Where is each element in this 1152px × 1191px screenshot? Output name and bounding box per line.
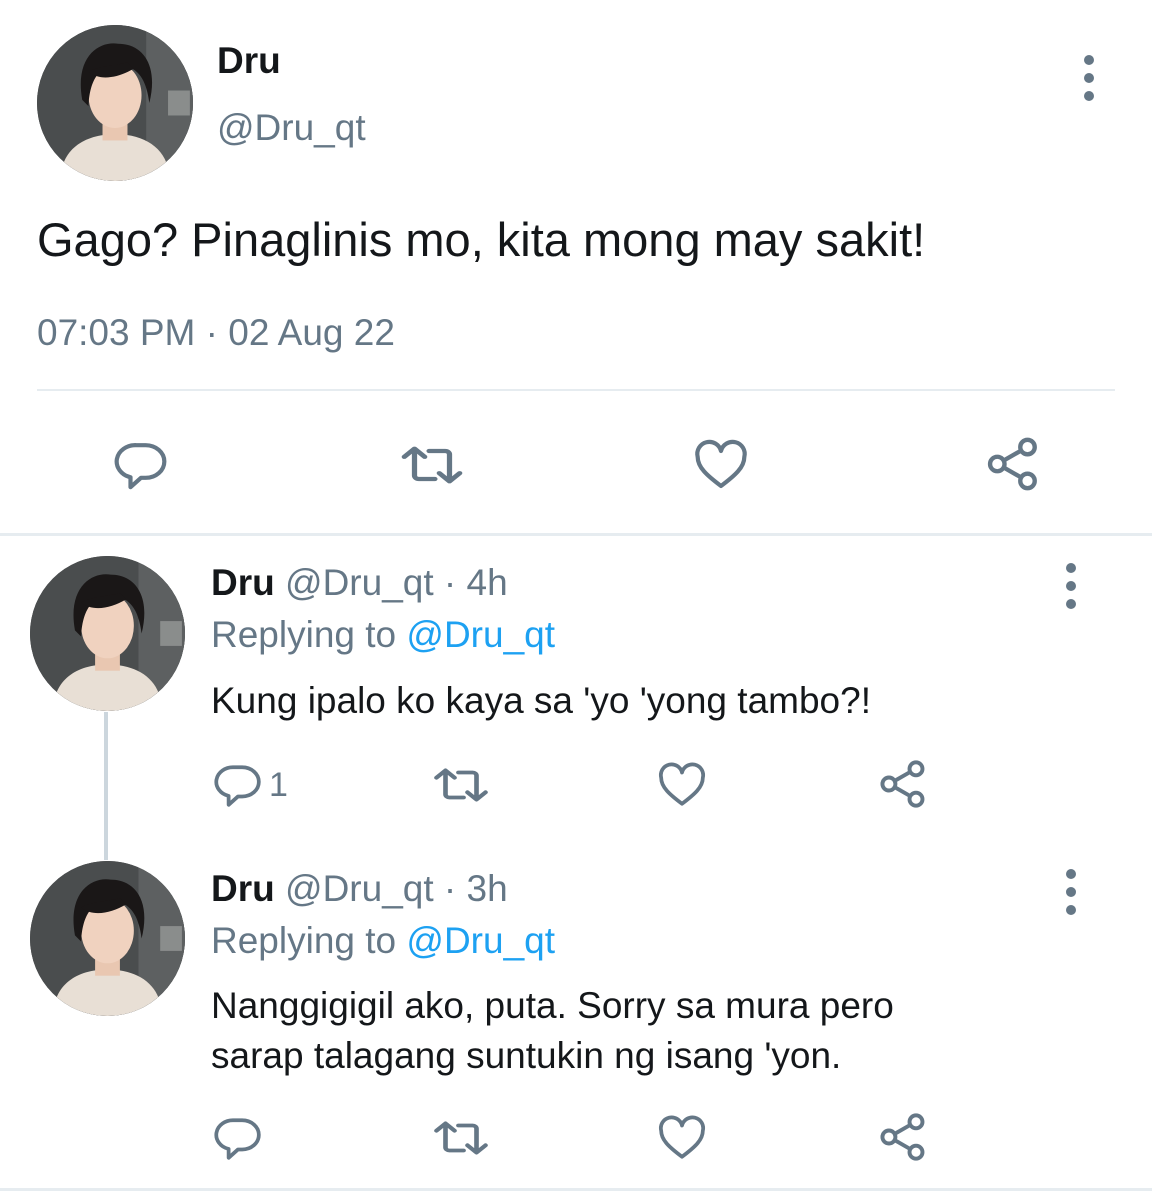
avatar-image bbox=[30, 861, 185, 1016]
like-button[interactable] bbox=[657, 760, 707, 810]
share-icon bbox=[877, 758, 929, 810]
tweet-text: Kung ipalo ko kaya sa 'yo 'yong tambo?! bbox=[211, 680, 871, 721]
like-button[interactable] bbox=[692, 437, 750, 493]
share-button[interactable] bbox=[877, 758, 929, 810]
reply-meta: @Dru_qt · 4h bbox=[285, 562, 508, 603]
reply-icon bbox=[113, 437, 169, 493]
retweet-icon bbox=[397, 437, 467, 493]
more-options-icon[interactable] bbox=[1079, 55, 1099, 101]
author-name[interactable]: Dru bbox=[217, 40, 281, 82]
tweet-timestamp: 07:03 PM · 02 Aug 22 bbox=[37, 312, 395, 353]
replying-to: Replying to @Dru_qt bbox=[211, 920, 555, 962]
reply-button[interactable]: 1 bbox=[213, 760, 288, 810]
reply-meta: @Dru_qt · 3h bbox=[285, 868, 508, 909]
tweet-text: sarap talagang suntukin ng isang 'yon. bbox=[211, 1035, 842, 1076]
replying-label: Replying to bbox=[211, 614, 407, 655]
avatar[interactable] bbox=[30, 556, 185, 711]
retweet-button[interactable] bbox=[397, 437, 467, 493]
reply-button[interactable] bbox=[113, 437, 169, 493]
reply-icon bbox=[213, 760, 263, 810]
tweet-text: Nanggigigil ako, puta. Sorry sa mura per… bbox=[211, 985, 894, 1026]
reply-header: Dru @Dru_qt · 4h bbox=[211, 562, 508, 604]
retweet-button[interactable] bbox=[430, 1113, 492, 1163]
avatar[interactable] bbox=[30, 861, 185, 1016]
share-button[interactable] bbox=[984, 435, 1042, 493]
reply-button[interactable] bbox=[213, 1113, 263, 1163]
replying-to-link[interactable]: @Dru_qt bbox=[406, 614, 555, 655]
thread-connector bbox=[104, 712, 108, 860]
like-icon bbox=[657, 1113, 707, 1163]
avatar[interactable] bbox=[37, 25, 193, 181]
share-button[interactable] bbox=[877, 1111, 929, 1163]
like-icon bbox=[657, 760, 707, 810]
divider bbox=[37, 389, 1115, 391]
more-options-icon[interactable] bbox=[1061, 563, 1081, 609]
tweet-text: Gago? Pinaglinis mo, kita mong may sakit… bbox=[37, 213, 926, 266]
reply-count: 1 bbox=[269, 765, 288, 804]
avatar-image bbox=[37, 25, 193, 181]
replying-label: Replying to bbox=[211, 920, 407, 961]
share-icon bbox=[984, 435, 1042, 493]
retweet-button[interactable] bbox=[430, 760, 492, 810]
replying-to-link[interactable]: @Dru_qt bbox=[406, 920, 555, 961]
author-handle[interactable]: @Dru_qt bbox=[217, 107, 366, 149]
retweet-icon bbox=[430, 760, 492, 810]
like-icon bbox=[692, 437, 750, 493]
author-name[interactable]: Dru bbox=[211, 868, 275, 909]
author-name[interactable]: Dru bbox=[211, 562, 275, 603]
reply-header: Dru @Dru_qt · 3h bbox=[211, 868, 508, 910]
more-options-icon[interactable] bbox=[1061, 869, 1081, 915]
main-tweet: Dru @Dru_qt Gago? Pinaglinis mo, kita mo… bbox=[0, 0, 1152, 532]
share-icon bbox=[877, 1111, 929, 1163]
avatar-image bbox=[30, 556, 185, 711]
reply-icon bbox=[213, 1113, 263, 1163]
like-button[interactable] bbox=[657, 1113, 707, 1163]
retweet-icon bbox=[430, 1113, 492, 1163]
divider bbox=[0, 533, 1152, 536]
replying-to: Replying to @Dru_qt bbox=[211, 614, 555, 656]
